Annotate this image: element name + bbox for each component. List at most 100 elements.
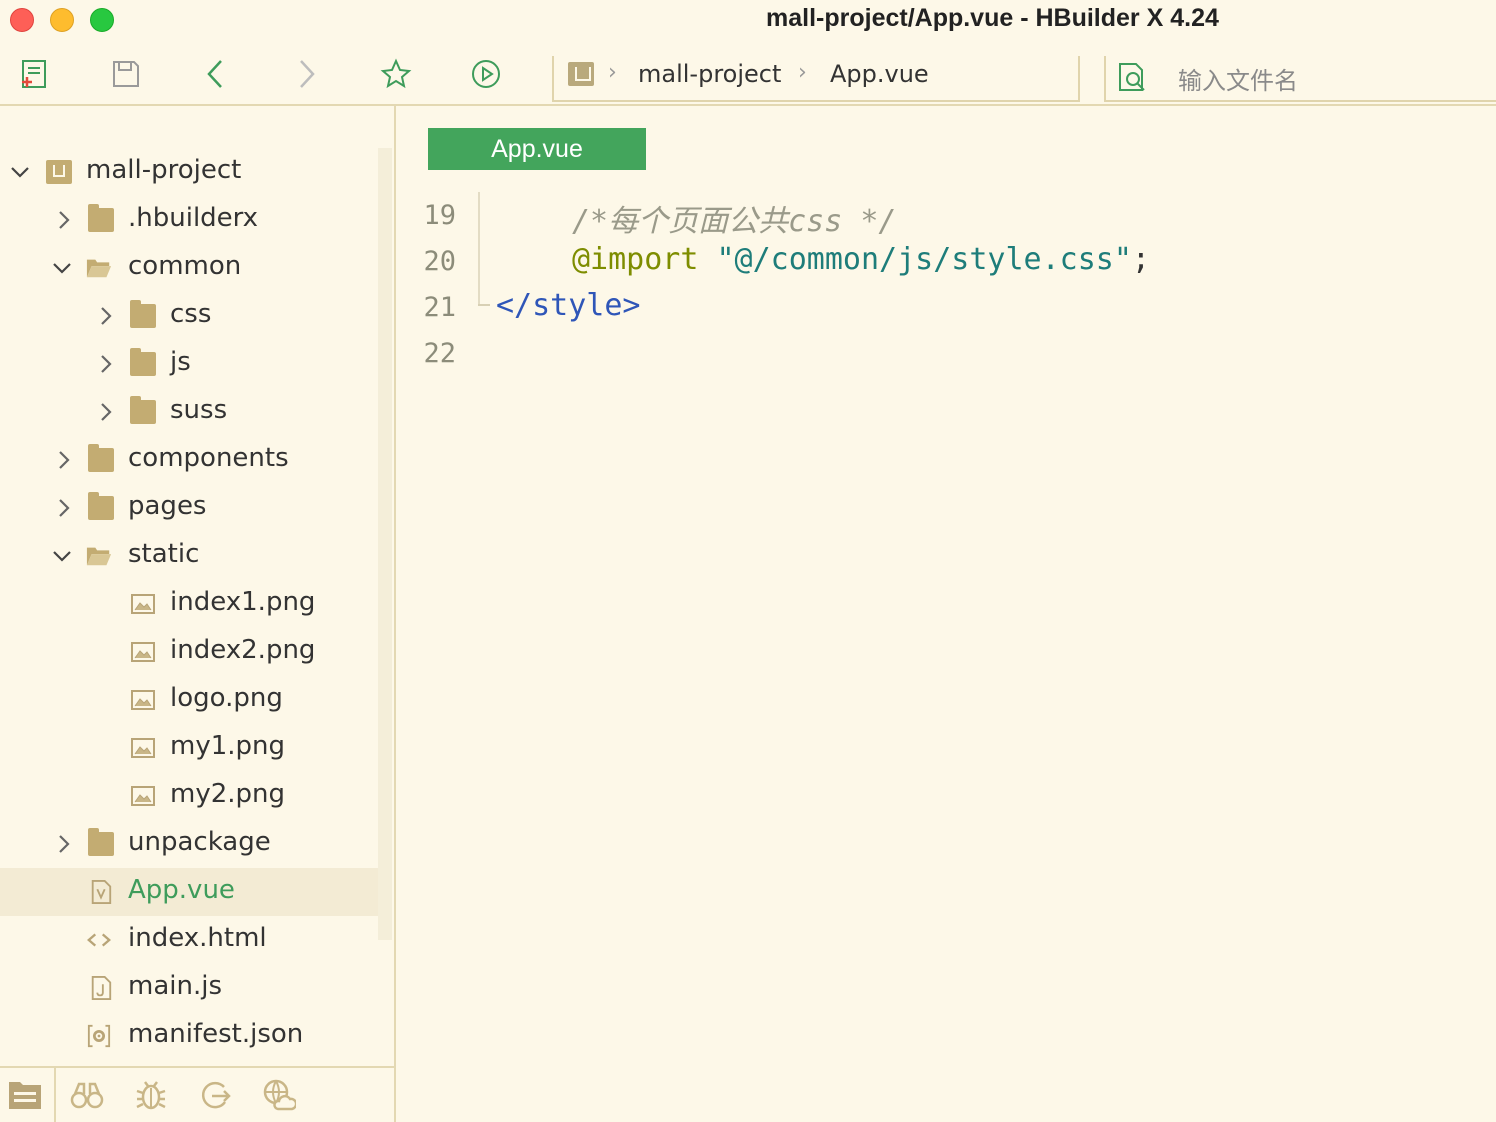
tree-label: js [170,347,191,377]
project-manager-tab[interactable] [0,1068,56,1122]
run-icon[interactable] [468,56,504,92]
editor-tab-app-vue[interactable]: App.vue [428,128,646,170]
tree-item-hbuilderx[interactable]: .hbuilderx [0,196,378,244]
tree-item-unpackage[interactable]: unpackage [0,820,378,868]
save-icon[interactable] [108,56,144,92]
code-at-rule: @import [572,242,699,277]
tree-item-components[interactable]: components [0,436,378,484]
js-file-icon [91,976,112,1000]
line-number: 21 [423,292,456,323]
image-file-icon [131,594,155,614]
code-line-import: @import "@/common/js/style.css"; [572,242,1150,277]
project-tree-panel: mall-project .hbuilderx common css js su… [0,106,396,1066]
chevron-right-icon[interactable] [94,400,118,424]
breadcrumb-project[interactable]: mall-project [638,60,781,88]
project-icon [46,160,72,184]
code-comment: /*每个页面公共css */ [572,204,897,239]
chevron-right-icon[interactable] [52,208,76,232]
tree-scrollbar[interactable] [378,148,392,940]
chevron-right-icon[interactable] [52,832,76,856]
tree-item-static[interactable]: static [0,532,378,580]
breadcrumb: › mall-project › App.vue [552,56,1080,102]
tree-label: manifest.json [128,1019,304,1049]
chevron-right-icon: › [608,60,617,85]
tree-item-app-vue[interactable]: App.vue [0,868,378,916]
cloud-icon[interactable] [262,1078,296,1112]
code-editor[interactable]: App.vue 19 /*每个页面公共css */ 20 @import "@/… [398,106,1496,1122]
new-file-icon[interactable] [16,56,52,92]
chevron-down-icon[interactable] [8,160,32,184]
tree-item-index2-png[interactable]: index2.png [0,628,378,676]
tree-label: my2.png [170,779,286,809]
tree-label: static [128,539,200,569]
image-file-icon [131,642,155,662]
chevron-right-icon[interactable] [94,304,118,328]
tree-label: index1.png [170,587,316,617]
toolbar: › mall-project › App.vue 输入文件名 [0,44,1496,106]
tree-item-logo-png[interactable]: logo.png [0,676,378,724]
folder-icon [130,300,156,328]
zoom-window-button[interactable] [90,8,114,32]
json-settings-icon [87,1024,111,1048]
search-binoculars-icon[interactable] [70,1078,104,1112]
debug-bug-icon[interactable] [134,1078,168,1112]
folder-icon [130,348,156,376]
tree-label: logo.png [170,683,283,713]
tree-item-js[interactable]: js [0,340,378,388]
tree-label: pages [128,491,207,521]
tree-label: mall-project [86,155,242,185]
breadcrumb-file[interactable]: App.vue [830,60,929,88]
tree-item-index1-png[interactable]: index1.png [0,580,378,628]
file-search-input[interactable]: 输入文件名 [1104,56,1496,102]
tree-item-manifest-json[interactable]: manifest.json [0,1012,378,1060]
fold-guide-end [478,304,490,306]
folder-icon [88,204,114,232]
file-search-icon [1119,63,1145,91]
tree-item-mall-project[interactable]: mall-project [0,148,378,196]
tree-label: index.html [128,923,267,953]
image-file-icon [131,738,155,758]
tree-label: css [170,299,212,329]
project-manager-icon [9,1082,41,1109]
tree-item-common[interactable]: common [0,244,378,292]
tree-item-pages[interactable]: pages [0,484,378,532]
tree-label: unpackage [128,827,271,857]
folder-icon [88,828,114,856]
image-file-icon [131,786,155,806]
image-file-icon [131,690,155,710]
chevron-right-icon[interactable] [52,448,76,472]
line-number: 20 [423,246,456,277]
tree-label: suss [170,395,228,425]
project-icon [568,62,594,86]
folder-icon [88,492,114,520]
code-punctuation: ; [1131,242,1150,277]
title-bar: mall-project/App.vue - HBuilder X 4.24 [0,0,1496,44]
chevron-right-icon[interactable] [94,352,118,376]
favorite-icon[interactable] [378,56,414,92]
tree-label: .hbuilderx [128,203,259,233]
tree-item-suss[interactable]: suss [0,388,378,436]
tree-label: index2.png [170,635,316,665]
close-window-button[interactable] [10,8,34,32]
tree-item-index-html[interactable]: index.html [0,916,378,964]
chevron-down-icon[interactable] [50,256,74,280]
tree-item-css[interactable]: css [0,292,378,340]
chevron-right-icon[interactable] [52,496,76,520]
code-string: "@/common/js/style.css" [716,242,1132,277]
line-number: 22 [423,338,456,369]
folder-open-icon [86,259,112,278]
tree-item-main-js[interactable]: main.js [0,964,378,1012]
code-tag: </style> [496,288,641,323]
tree-label: common [128,251,242,281]
forward-icon[interactable] [288,56,324,92]
git-icon[interactable] [198,1078,232,1112]
window-title: mall-project/App.vue - HBuilder X 4.24 [766,4,1219,32]
tree-item-my1-png[interactable]: my1.png [0,724,378,772]
back-icon[interactable] [198,56,234,92]
line-number: 19 [423,200,456,231]
minimize-window-button[interactable] [50,8,74,32]
tree-item-my2-png[interactable]: my2.png [0,772,378,820]
html-file-icon [87,933,111,947]
folder-open-icon [86,547,112,566]
chevron-down-icon[interactable] [50,544,74,568]
